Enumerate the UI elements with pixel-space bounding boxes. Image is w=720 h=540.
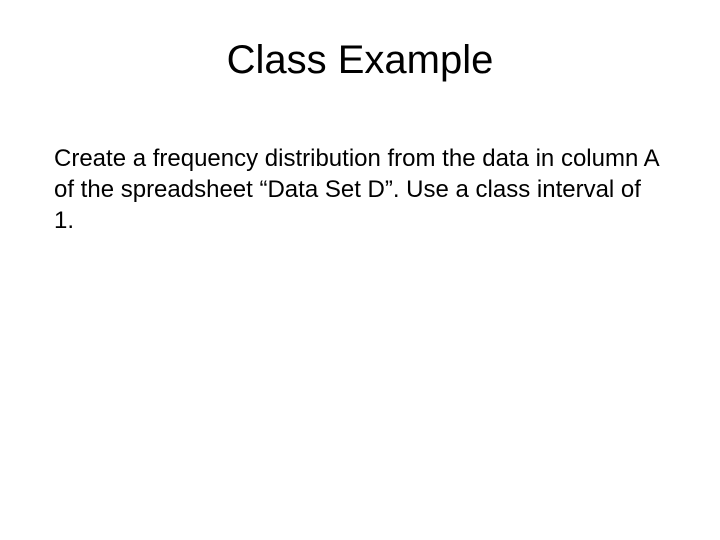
slide-body-text: Create a frequency distribution from the… [50,143,670,237]
slide: Class Example Create a frequency distrib… [0,0,720,540]
slide-title: Class Example [50,38,670,83]
